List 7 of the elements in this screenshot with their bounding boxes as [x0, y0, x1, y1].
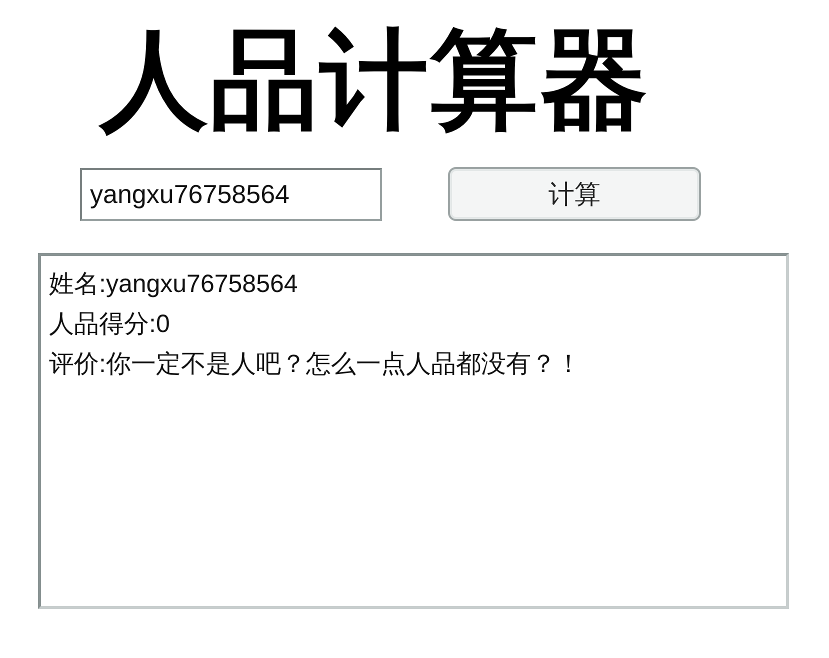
- name-input-field[interactable]: yangxu76758564: [80, 168, 382, 220]
- calculate-button[interactable]: 计算: [448, 167, 701, 221]
- result-line: 人品得分:0: [49, 309, 171, 340]
- result-line: 评价:你一定不是人吧？怎么一点人品都没有？！: [49, 349, 582, 380]
- result-text-area[interactable]: 姓名:yangxu76758564 人品得分:0 评价:你一定不是人吧？怎么一点人品都没有？！: [38, 253, 789, 609]
- result-line: 姓名:yangxu76758564: [49, 269, 299, 300]
- page-title: 人品计算器: [98, 17, 651, 138]
